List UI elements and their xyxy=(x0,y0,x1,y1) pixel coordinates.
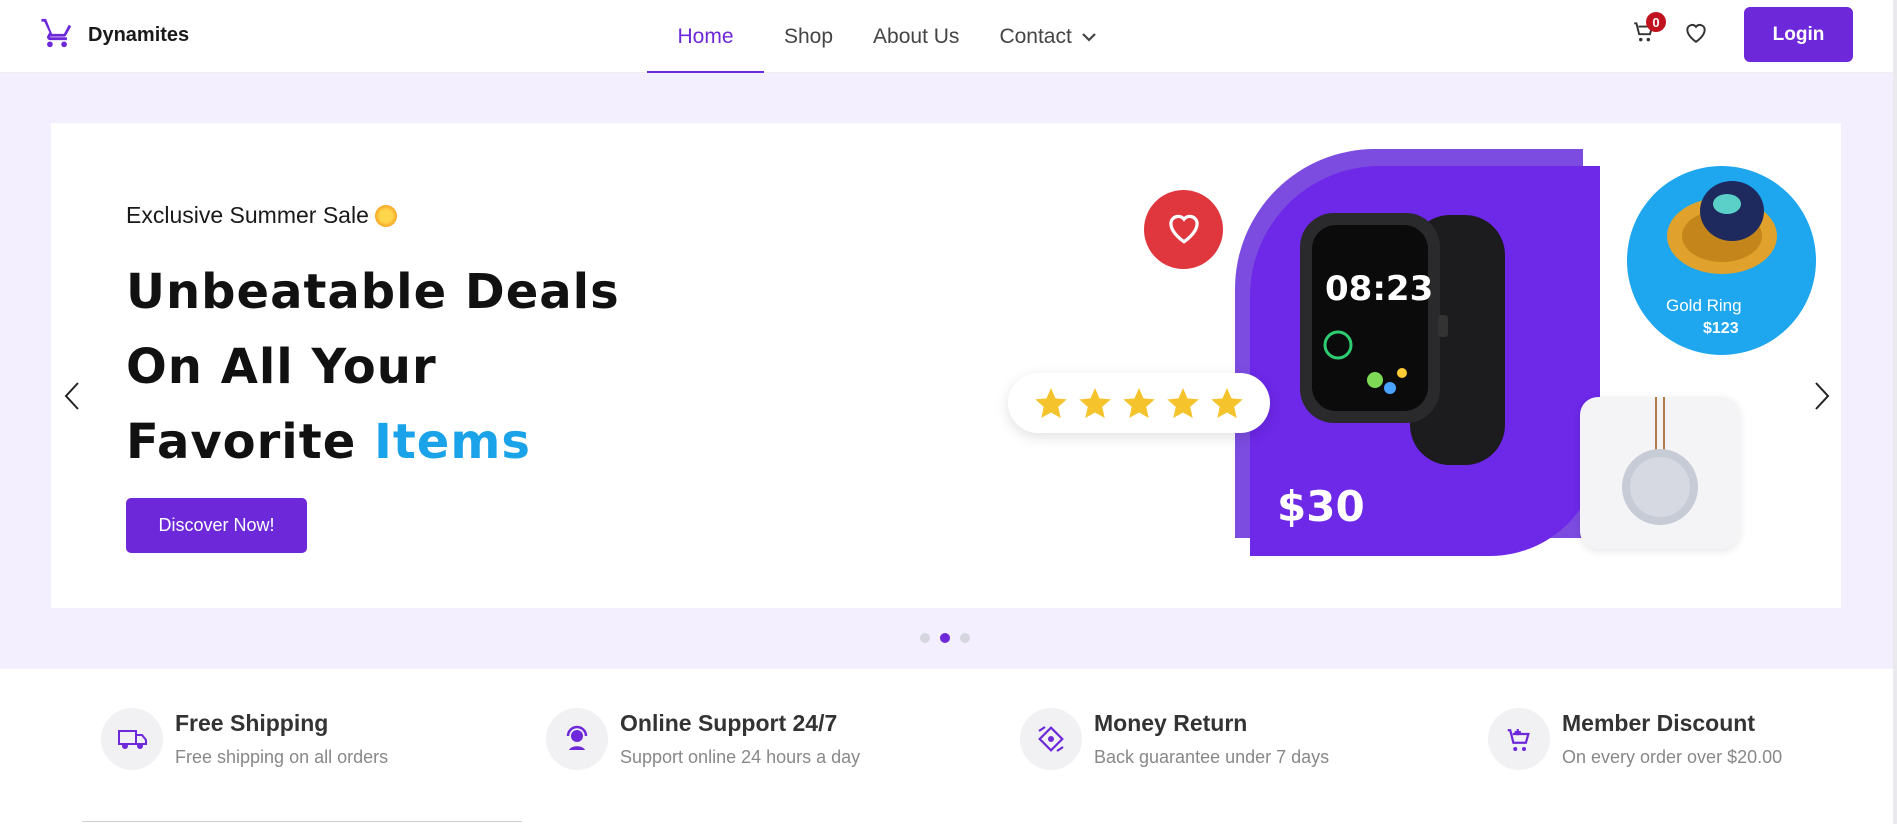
carousel-dot[interactable] xyxy=(960,633,970,643)
support-icon xyxy=(546,708,608,770)
chevron-down-icon xyxy=(1082,32,1096,42)
brand[interactable]: Dynamites xyxy=(40,16,189,55)
nav-contact-label: Contact xyxy=(999,24,1072,48)
svg-text:08:23: 08:23 xyxy=(1325,269,1433,309)
star-icon xyxy=(1079,388,1111,418)
headline-line-3: Favorite Items xyxy=(126,405,620,480)
pendant-card xyxy=(1580,397,1740,549)
smartwatch-image: 08:23 xyxy=(1290,195,1540,480)
feature-free-shipping: Free Shipping Free shipping on all order… xyxy=(101,708,388,770)
hero-subtitle-text: Exclusive Summer Sale xyxy=(126,202,369,228)
money-return-icon xyxy=(1020,708,1082,770)
feature-desc: Back guarantee under 7 days xyxy=(1094,747,1330,767)
star-icon xyxy=(1035,388,1067,418)
headline-line-2: On All Your xyxy=(126,339,437,395)
rating-badge xyxy=(1008,373,1270,433)
feature-member-discount: Member Discount On every order over $20.… xyxy=(1488,708,1782,770)
heart-icon xyxy=(1164,209,1204,250)
hero-subtitle: Exclusive Summer Sale xyxy=(126,202,397,229)
feature-desc: On every order over $20.00 xyxy=(1562,747,1783,767)
scrollbar[interactable] xyxy=(1893,0,1897,824)
nav-contact[interactable]: Contact xyxy=(979,0,1115,73)
feature-title: Money Return xyxy=(1094,710,1248,736)
pendant-image xyxy=(1622,397,1698,525)
chevron-left-icon xyxy=(63,381,81,416)
login-button[interactable]: Login xyxy=(1744,7,1853,62)
carousel-dot[interactable] xyxy=(920,633,930,643)
ring-label: Gold Ring xyxy=(1666,296,1742,315)
star-icon xyxy=(1123,388,1155,418)
cart-button[interactable]: 0 xyxy=(1628,12,1666,50)
nav-shop[interactable]: Shop xyxy=(764,0,853,73)
feature-money-return: Money Return Back guarantee under 7 days xyxy=(1020,708,1329,770)
watch-price: $30 xyxy=(1277,482,1365,531)
sun-icon xyxy=(374,204,397,227)
feature-desc: Support online 24 hours a day xyxy=(620,747,861,767)
headline-word: Favorite xyxy=(126,414,357,470)
cart-icon xyxy=(40,16,74,55)
nav-about-us[interactable]: About Us xyxy=(853,0,979,73)
headline-line-1: Unbeatable Deals xyxy=(126,264,620,320)
navbar: Dynamites Home Shop About Us Contact 0 L… xyxy=(0,0,1897,73)
nav-home[interactable]: Home xyxy=(647,0,764,73)
chevron-right-icon xyxy=(1813,381,1831,416)
cart-discount-icon xyxy=(1488,708,1550,770)
brand-name: Dynamites xyxy=(88,24,190,46)
truck-icon xyxy=(101,708,163,770)
carousel-next-button[interactable] xyxy=(1804,380,1840,416)
carousel-dot-active[interactable] xyxy=(940,633,950,643)
main-nav: Home Shop About Us Contact xyxy=(647,0,1116,73)
feature-title: Member Discount xyxy=(1562,710,1755,736)
feature-online-support: Online Support 24/7 Support online 24 ho… xyxy=(546,708,860,770)
header-actions: 0 xyxy=(1628,12,1712,50)
feature-title: Free Shipping xyxy=(175,710,329,736)
carousel-prev-button[interactable] xyxy=(54,380,90,416)
discover-now-button[interactable]: Discover Now! xyxy=(126,498,307,553)
section-divider xyxy=(82,821,522,822)
favorite-button[interactable] xyxy=(1144,190,1223,269)
feature-title: Online Support 24/7 xyxy=(620,710,838,736)
star-icon xyxy=(1211,388,1243,418)
heart-icon xyxy=(1683,20,1709,49)
star-icon xyxy=(1167,388,1199,418)
ring-price: $123 xyxy=(1703,320,1739,337)
feature-desc: Free shipping on all orders xyxy=(175,747,389,767)
cart-count-badge: 0 xyxy=(1646,12,1666,32)
headline-accent: Items xyxy=(373,414,531,470)
carousel-indicators xyxy=(920,633,970,643)
wishlist-button[interactable] xyxy=(1680,18,1712,50)
hero-headline: Unbeatable Deals On All Your Favorite It… xyxy=(126,255,620,480)
